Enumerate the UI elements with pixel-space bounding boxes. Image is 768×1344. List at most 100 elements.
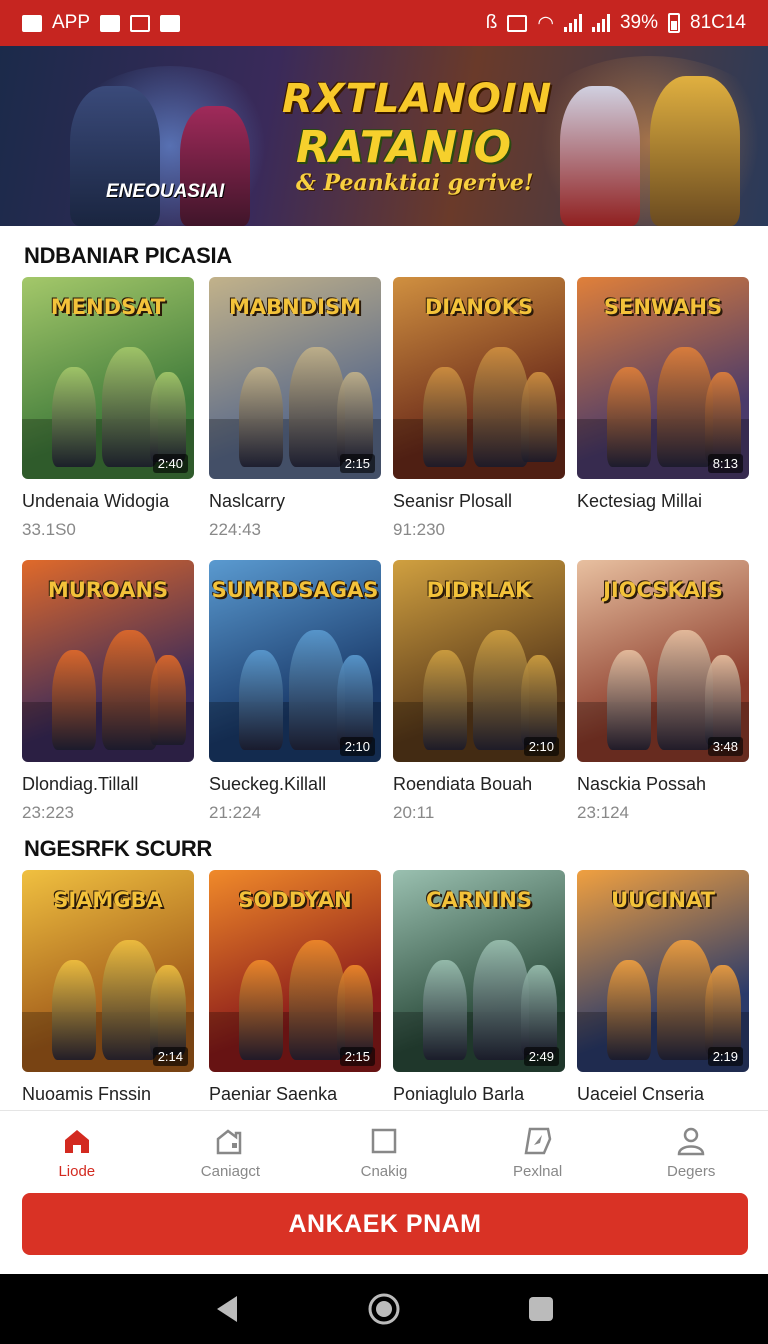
game-title: Uaceiel Cnseria bbox=[577, 1084, 705, 1104]
game-card[interactable]: SIAMGBA 2:14 Nuoamis Fnssin bbox=[22, 870, 194, 1105]
nav-item-user[interactable]: Degers bbox=[614, 1111, 768, 1190]
nav-item-compass[interactable]: Pexlnal bbox=[461, 1111, 615, 1190]
section-title: NGESRFK SCURR bbox=[24, 836, 212, 861]
back-icon[interactable] bbox=[213, 1294, 241, 1324]
game-thumbnail: SUMRDSAGAS 2:10 bbox=[209, 560, 381, 762]
game-card[interactable]: SENWAHS 8:13 Kectesiag Millai bbox=[577, 277, 749, 512]
section-title: NDBANIAR PICASIA bbox=[24, 243, 232, 268]
banner-hero-figure bbox=[650, 76, 740, 226]
status-bar-left: APP bbox=[22, 12, 181, 34]
duration-badge: 2:10 bbox=[339, 737, 375, 756]
game-card[interactable]: MUROANS Dlondiag.Tillall 23:223 bbox=[22, 560, 194, 823]
app-screen: APP ß ◠ 39% 81C14 RXTLANOIN RATANIO & Pe… bbox=[0, 0, 768, 1344]
character-figure bbox=[521, 965, 557, 1055]
game-thumbnail: JIOCSKAIS 3:48 bbox=[577, 560, 749, 762]
game-title: Seanisr Plosall bbox=[393, 491, 513, 511]
game-card[interactable]: DIANOKS Seanisr Plosall 91:230 bbox=[393, 277, 565, 540]
character-figure bbox=[423, 960, 467, 1060]
game-thumbnail: CARNINS 2:49 bbox=[393, 870, 565, 1072]
character-figure bbox=[705, 965, 741, 1055]
battery-icon bbox=[668, 13, 680, 33]
thumbnail-art-title: DIANOKS bbox=[424, 295, 534, 319]
character-figure bbox=[337, 965, 373, 1055]
thumbnail-art-title: MENDSAT bbox=[50, 295, 166, 319]
app-label: APP bbox=[52, 12, 91, 33]
clock: 81C14 bbox=[690, 12, 746, 33]
game-meta: 23:223 bbox=[22, 803, 74, 822]
wifi-icon: ◠ bbox=[537, 12, 554, 34]
duration-badge: 2:40 bbox=[152, 454, 188, 473]
nav-label: Cnakig bbox=[360, 1163, 408, 1180]
nav-item-category[interactable]: Caniagct bbox=[154, 1111, 308, 1190]
character-figure bbox=[521, 655, 557, 745]
game-card[interactable]: MENDSAT 2:40 Undenaia Widogia 33.1S0 bbox=[22, 277, 194, 540]
message-icon bbox=[130, 14, 151, 32]
user-icon bbox=[677, 1127, 705, 1156]
duration-badge: 2:19 bbox=[707, 1047, 743, 1066]
game-meta: 20:11 bbox=[393, 803, 435, 822]
game-meta: 33.1S0 bbox=[22, 520, 76, 539]
game-card[interactable]: MABNDISM 2:15 Naslcarry 224:43 bbox=[209, 277, 381, 540]
game-card[interactable]: UUCINAT 2:19 Uaceiel Cnseria bbox=[577, 870, 749, 1105]
notification-icon bbox=[22, 14, 42, 32]
home-button-icon[interactable] bbox=[367, 1292, 401, 1326]
character-figure bbox=[239, 960, 283, 1060]
recents-icon[interactable] bbox=[527, 1295, 555, 1323]
game-meta: 23:124 bbox=[577, 803, 629, 822]
game-title: Paeniar Saenka bbox=[209, 1084, 338, 1104]
duration-badge: 2:15 bbox=[339, 454, 375, 473]
game-title: Kectesiag Millai bbox=[577, 491, 703, 511]
game-card[interactable]: SUMRDSAGAS 2:10 Sueckeg.Killall 21:224 bbox=[209, 560, 381, 823]
nav-label: Caniagct bbox=[200, 1163, 260, 1180]
nav-item-home[interactable]: Liode bbox=[0, 1111, 154, 1190]
character-figure bbox=[150, 372, 186, 462]
game-title: Nuoamis Fnssin bbox=[22, 1084, 152, 1104]
banner-hero-figure bbox=[70, 86, 160, 226]
character-figure bbox=[150, 655, 186, 745]
duration-badge: 2:49 bbox=[523, 1047, 559, 1066]
game-thumbnail: SIAMGBA 2:14 bbox=[22, 870, 194, 1072]
bluetooth-icon: ß bbox=[485, 12, 498, 33]
character-figure bbox=[52, 650, 96, 750]
thumbnail-art-title: SODDYAN bbox=[238, 888, 352, 912]
banner-title: RXTLANOIN bbox=[282, 76, 553, 122]
primary-action-button[interactable]: ANKAEK PNAM bbox=[22, 1193, 748, 1255]
character-figure bbox=[705, 372, 741, 462]
game-thumbnail: UUCINAT 2:19 bbox=[577, 870, 749, 1072]
game-title: Sueckeg.Killall bbox=[209, 774, 327, 794]
square-icon bbox=[371, 1128, 397, 1154]
system-navigation-bar bbox=[0, 1274, 768, 1344]
game-card[interactable]: SODDYAN 2:15 Paeniar Saenka bbox=[209, 870, 381, 1105]
character-figure bbox=[705, 655, 741, 745]
thumbnail-art-title: MUROANS bbox=[47, 578, 169, 602]
character-figure bbox=[423, 367, 467, 467]
character-figure bbox=[521, 372, 557, 462]
character-figure bbox=[52, 367, 96, 467]
thumbnail-art-title: MABNDISM bbox=[229, 295, 361, 319]
character-figure bbox=[52, 960, 96, 1060]
character-figure bbox=[607, 650, 651, 750]
nav-item-square[interactable]: Cnakig bbox=[307, 1111, 461, 1190]
thumbnail-art-title: SIAMGBA bbox=[53, 888, 163, 912]
game-card[interactable]: DIDRLAK 2:10 Roendiata Bouah 20:11 bbox=[393, 560, 565, 823]
game-title: Nasckia Possah bbox=[577, 774, 707, 794]
character-figure bbox=[607, 960, 651, 1060]
battery-percent: 39% bbox=[619, 12, 658, 33]
mail-icon bbox=[160, 14, 181, 32]
thumbnail-art-title: SUMRDSAGAS bbox=[211, 578, 379, 602]
game-card[interactable]: JIOCSKAIS 3:48 Nasckia Possah 23:124 bbox=[577, 560, 749, 823]
game-meta: 91:230 bbox=[393, 520, 445, 539]
thumbnail-art-title: CARNINS bbox=[426, 888, 532, 912]
signal-icon-2 bbox=[591, 14, 610, 32]
game-title: Undenaia Widogia bbox=[22, 491, 170, 511]
game-title: Naslcarry bbox=[209, 491, 286, 511]
status-bar-right: ß ◠ 39% 81C14 bbox=[486, 12, 746, 35]
character-figure bbox=[150, 965, 186, 1055]
game-card[interactable]: CARNINS 2:49 Poniaglulo Barla bbox=[393, 870, 565, 1105]
game-title: Roendiata Bouah bbox=[393, 774, 533, 794]
duration-badge: 2:10 bbox=[523, 737, 559, 756]
banner-hero-figure bbox=[180, 106, 250, 226]
category-icon bbox=[217, 1129, 242, 1155]
game-thumbnail: MENDSAT 2:40 bbox=[22, 277, 194, 479]
character-figure bbox=[337, 372, 373, 462]
